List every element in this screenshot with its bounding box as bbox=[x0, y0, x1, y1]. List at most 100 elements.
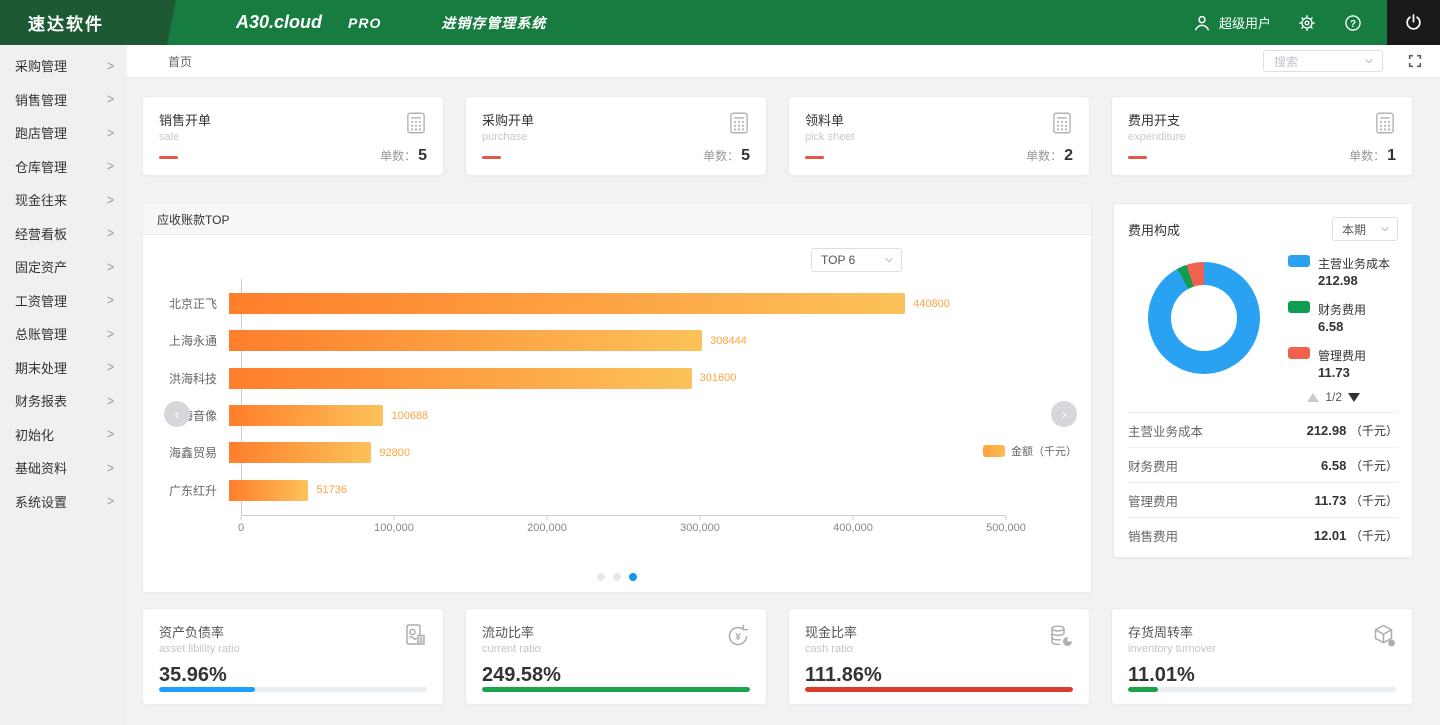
sidebar-item-9[interactable]: 总账管理> bbox=[0, 317, 127, 351]
x-axis-tick-label: 300,000 bbox=[680, 522, 720, 534]
sidebar-item-label: 财务报表 bbox=[15, 391, 67, 410]
help-icon[interactable]: ? bbox=[1343, 13, 1363, 33]
chevron-right-icon: > bbox=[107, 360, 114, 374]
sidebar-item-14[interactable]: 系统设置> bbox=[0, 485, 127, 519]
carousel-prev-button[interactable]: ‹ bbox=[164, 401, 190, 427]
donut-legend-swatch bbox=[1288, 255, 1310, 267]
donut-legend-swatch bbox=[1288, 301, 1310, 313]
pager-down-icon[interactable] bbox=[1348, 393, 1360, 402]
calculator-icon bbox=[1372, 110, 1398, 136]
stat-card-pick-sheet[interactable]: 领料单pick sheet单数：2 bbox=[788, 96, 1090, 176]
stat-card-expenditure[interactable]: 费用开支expenditure单数：1 bbox=[1111, 96, 1413, 176]
topn-select[interactable]: TOP 6 bbox=[811, 248, 902, 272]
ratio-progress-fill bbox=[1128, 687, 1158, 692]
sidebar-item-2[interactable]: 销售管理> bbox=[0, 83, 127, 117]
stat-card-title: 领料单 bbox=[805, 110, 1073, 129]
bar-row: 上海永通308444 bbox=[155, 322, 996, 359]
stat-card-title: 销售开单 bbox=[159, 110, 427, 129]
period-select[interactable]: 本期 bbox=[1332, 217, 1398, 241]
breadcrumb-home-tab[interactable]: 首页 bbox=[168, 53, 192, 70]
carousel-dot-1[interactable] bbox=[597, 573, 605, 581]
header-actions: 超级用户 ? bbox=[1192, 0, 1440, 45]
bar-value-label: 51736 bbox=[316, 484, 347, 496]
dashboard-content: 销售开单sale单数：5 采购开单purchase单数：5 领料单pick shee… bbox=[127, 96, 1440, 705]
bar-category-label: 洪海科技 bbox=[155, 370, 229, 387]
sidebar-nav: 采购管理>销售管理>跑店管理>仓库管理>现金往来>经营看板>固定资产>工资管理>… bbox=[0, 45, 127, 725]
bar-chart-legend: 金额（千元） bbox=[983, 443, 1077, 459]
fullscreen-icon[interactable] bbox=[1407, 53, 1423, 69]
refresh-yen-icon: ¥ bbox=[724, 622, 752, 650]
bar-category-label: 海鑫贸易 bbox=[155, 444, 229, 461]
charts-row: 应收账款TOP TOP 6 北京正飞440800上海永通308444洪海科技30… bbox=[142, 203, 1413, 593]
chevron-down-icon bbox=[884, 255, 894, 265]
expense-list: 主营业务成本212.98 （千元）财务费用6.58 （千元）管理费用11.73 … bbox=[1128, 412, 1398, 553]
bar-value-label: 301600 bbox=[700, 372, 737, 384]
stat-card-count: 单数：2 bbox=[1026, 147, 1073, 165]
x-axis-tick bbox=[547, 516, 548, 520]
chevron-right-icon: > bbox=[107, 293, 114, 307]
search-select[interactable]: 搜索 bbox=[1263, 50, 1383, 72]
stat-card-dash bbox=[1128, 156, 1147, 159]
bar-value-label: 92800 bbox=[379, 447, 410, 459]
sidebar-item-13[interactable]: 基础资料> bbox=[0, 451, 127, 485]
stat-card-dash bbox=[482, 156, 501, 159]
bar-track: 301600 bbox=[229, 368, 996, 389]
ratio-card-value: 11.01% bbox=[1128, 664, 1396, 687]
stat-card-sale[interactable]: 销售开单sale单数：5 bbox=[142, 96, 444, 176]
donut-legend-text: 财务费用6.58 bbox=[1318, 301, 1366, 334]
settings-gear-icon[interactable] bbox=[1297, 13, 1317, 33]
expense-donut-area: 主营业务成本212.98财务费用6.58管理费用11.73 bbox=[1128, 255, 1398, 380]
sidebar-item-7[interactable]: 固定资产> bbox=[0, 250, 127, 284]
ratio-progress-track bbox=[805, 687, 1073, 692]
sidebar-item-3[interactable]: 跑店管理> bbox=[0, 116, 127, 150]
bar-row: 北京正飞440800 bbox=[155, 285, 996, 322]
stat-card-count-value: 1 bbox=[1387, 147, 1396, 164]
chevron-right-icon: > bbox=[107, 394, 114, 408]
legend-label-amount: 金额（千元） bbox=[1011, 443, 1077, 459]
pager-up-icon[interactable] bbox=[1307, 393, 1319, 402]
pager-text: 1/2 bbox=[1325, 390, 1342, 404]
sidebar-item-6[interactable]: 经营看板> bbox=[0, 217, 127, 251]
ratio-card-subtitle: cash ratio bbox=[805, 643, 1073, 655]
logout-power-button[interactable] bbox=[1387, 0, 1440, 45]
user-menu[interactable]: 超级用户 bbox=[1192, 13, 1271, 33]
sidebar-item-4[interactable]: 仓库管理> bbox=[0, 150, 127, 184]
sidebar-item-11[interactable]: 财务报表 > bbox=[0, 384, 127, 418]
calculator-icon bbox=[1049, 110, 1075, 136]
carousel-next-button[interactable]: › bbox=[1051, 401, 1077, 427]
chevron-right-icon: > bbox=[107, 126, 114, 140]
donut-legend-item: 主营业务成本212.98 bbox=[1288, 255, 1390, 288]
stat-card-title: 采购开单 bbox=[482, 110, 750, 129]
user-name: 超级用户 bbox=[1219, 13, 1271, 32]
sidebar-item-5[interactable]: 现金往来> bbox=[0, 183, 127, 217]
carousel-dot-3[interactable] bbox=[629, 573, 637, 581]
bar-value-label: 440800 bbox=[913, 298, 950, 310]
brand-pro-badge: PRO bbox=[348, 15, 381, 31]
bar-row: 海鑫贸易 92800 bbox=[155, 434, 996, 471]
sidebar-item-10[interactable]: 期末处理> bbox=[0, 351, 127, 385]
ratio-card-asset-libility-ratio: 资产负债率asset libility ratio35.96% bbox=[142, 608, 444, 705]
brand-name: A30.cloud bbox=[236, 12, 322, 33]
ratio-progress-track bbox=[1128, 687, 1396, 692]
carousel-dot-2[interactable] bbox=[613, 573, 621, 581]
x-axis-tick-label: 100,000 bbox=[374, 522, 414, 534]
chevron-right-icon: > bbox=[107, 193, 114, 207]
expense-donut-legend: 主营业务成本212.98财务费用6.58管理费用11.73 bbox=[1288, 255, 1390, 380]
expense-value: 12.01 （千元） bbox=[1314, 527, 1398, 544]
sidebar-item-1[interactable]: 采购管理> bbox=[0, 49, 127, 83]
ratio-progress-track bbox=[482, 687, 750, 692]
receivables-chart-body: TOP 6 北京正飞440800上海永通308444洪海科技301600四海音像… bbox=[143, 235, 1091, 593]
ratio-card-cash-ratio: 现金比率cash ratio111.86% bbox=[788, 608, 1090, 705]
x-axis-tick-label: 200,000 bbox=[527, 522, 567, 534]
sidebar-item-12[interactable]: 初始化> bbox=[0, 418, 127, 452]
bar-track: 440800 bbox=[229, 293, 996, 314]
ratio-cards-row: 资产负债率asset libility ratio35.96%流动比率curre… bbox=[142, 608, 1413, 705]
report-icon bbox=[401, 622, 429, 650]
stat-card-count: 单数：5 bbox=[703, 147, 750, 165]
x-axis-tick bbox=[700, 516, 701, 520]
sidebar-item-8[interactable]: 工资管理> bbox=[0, 284, 127, 318]
calculator-icon bbox=[403, 110, 429, 136]
expense-panel-header: 费用构成 本期 bbox=[1128, 217, 1398, 241]
sidebar-item-label: 采购管理 bbox=[15, 56, 67, 75]
stat-card-purchase[interactable]: 采购开单purchase单数：5 bbox=[465, 96, 767, 176]
